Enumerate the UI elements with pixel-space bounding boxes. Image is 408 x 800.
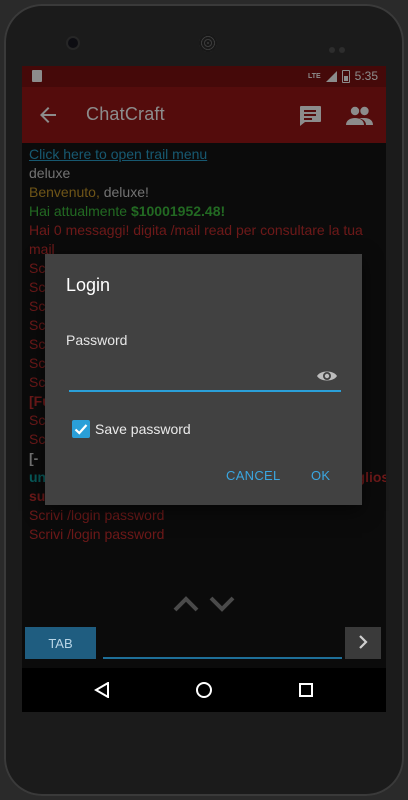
save-password-checkbox[interactable]	[72, 420, 90, 438]
chevron-right-icon	[359, 634, 368, 649]
input-bar: TAB	[22, 626, 386, 660]
front-camera	[68, 38, 78, 48]
chat-command-input[interactable]	[103, 631, 342, 659]
sensors	[329, 40, 353, 53]
dialog-title: Login	[66, 275, 111, 295]
password-field[interactable]	[69, 366, 341, 392]
chevron-up-icon[interactable]	[173, 596, 199, 612]
speaker-grille	[199, 34, 217, 52]
nav-home-icon[interactable]	[196, 682, 212, 698]
tab-button[interactable]: TAB	[25, 627, 96, 659]
eye-icon[interactable]	[316, 368, 338, 384]
save-password-label: Save password	[95, 421, 191, 437]
password-label: Password	[66, 332, 128, 348]
cancel-button[interactable]: CANCEL	[226, 468, 281, 483]
nav-recents-icon[interactable]	[299, 683, 313, 697]
nav-bar	[22, 668, 386, 712]
login-dialog: Login Password Save password CANCEL OK	[45, 254, 362, 505]
checkmark-icon	[74, 424, 88, 435]
nav-back-icon[interactable]	[94, 682, 110, 698]
ok-button[interactable]: OK	[311, 468, 330, 483]
chevron-down-icon[interactable]	[209, 596, 235, 612]
send-button[interactable]	[345, 627, 381, 659]
